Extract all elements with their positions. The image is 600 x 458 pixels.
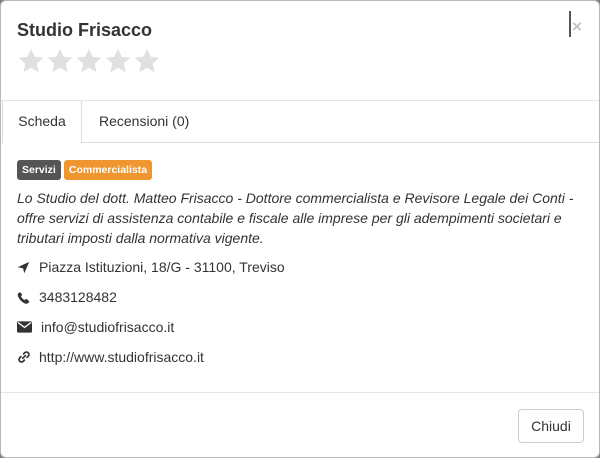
- phone-row: 3483128482: [17, 289, 117, 305]
- page-title: Studio Frisacco: [17, 20, 153, 40]
- website-row: http://www.studiofrisacco.it: [17, 349, 204, 365]
- close-button[interactable]: ×: [569, 11, 583, 41]
- close-icon[interactable]: ×: [572, 18, 582, 35]
- modal-header: Studio Frisacco ×: [1, 1, 599, 101]
- modal-footer: Chiudi: [1, 392, 599, 457]
- description: Lo Studio del dott. Matteo Frisacco - Do…: [17, 190, 574, 246]
- address-row: Piazza Istituzioni, 18/G - 31100, Trevis…: [17, 259, 285, 275]
- star-icon[interactable]: [75, 47, 103, 75]
- star-icon[interactable]: [104, 47, 132, 75]
- category-labels: Servizi Commercialista: [17, 160, 589, 180]
- star-rating[interactable]: [17, 47, 161, 75]
- close-modal-button[interactable]: Chiudi: [518, 409, 584, 443]
- star-icon[interactable]: [133, 47, 161, 75]
- category-badge: Servizi: [17, 160, 61, 180]
- email-row: info@studiofrisacco.it: [17, 319, 174, 335]
- address-text: Piazza Istituzioni, 18/G - 31100, Trevis…: [39, 259, 285, 275]
- tab-scheda[interactable]: Scheda: [2, 101, 82, 144]
- tab-content: Servizi Commercialista Lo Studio del dot…: [17, 160, 589, 248]
- text-cursor: [569, 11, 571, 37]
- link-icon: [17, 350, 37, 364]
- phone-icon: [17, 290, 37, 304]
- category-badge: Commercialista: [63, 160, 153, 180]
- star-icon[interactable]: [17, 47, 45, 75]
- email-link[interactable]: info@studiofrisacco.it: [41, 319, 174, 335]
- business-detail-modal: Studio Frisacco × Scheda Recensioni (0) …: [0, 0, 600, 458]
- tab-recensioni[interactable]: Recensioni (0): [83, 101, 205, 143]
- star-icon[interactable]: [46, 47, 74, 75]
- location-arrow-icon: [17, 260, 37, 274]
- website-link[interactable]: http://www.studiofrisacco.it: [39, 349, 204, 365]
- envelope-icon: [17, 320, 37, 334]
- tab-bar: Scheda Recensioni (0): [1, 101, 599, 144]
- phone-text[interactable]: 3483128482: [39, 289, 117, 305]
